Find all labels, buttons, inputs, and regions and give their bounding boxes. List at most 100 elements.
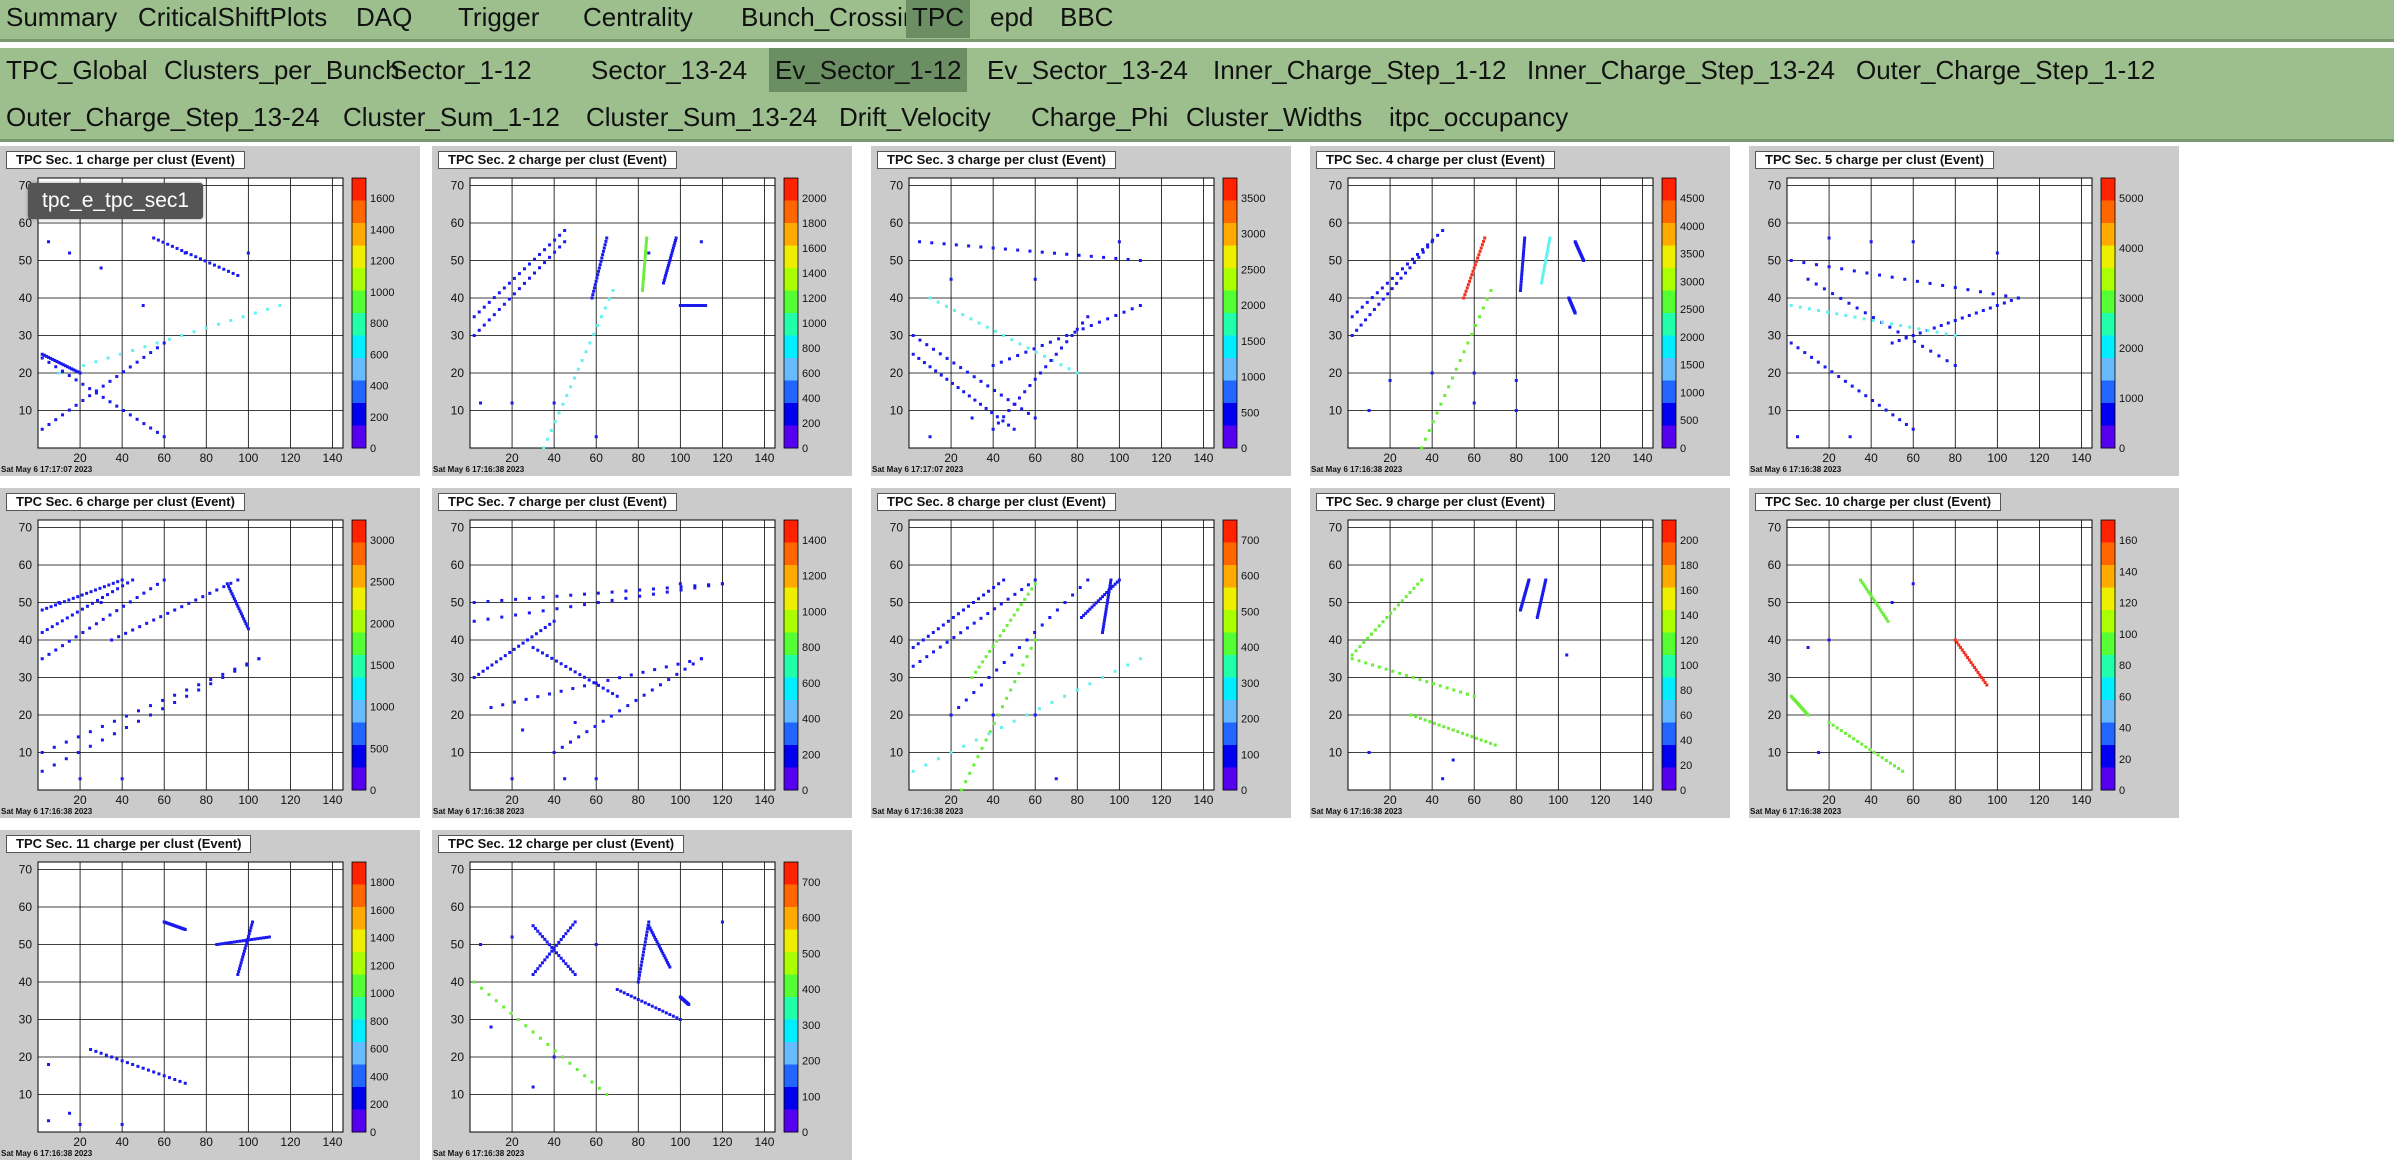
hit-marker [610, 590, 614, 594]
x-tick-label: 120 [1590, 451, 1610, 465]
sector-6-plot-panel[interactable]: 20 40 60 80 100 120 140 10 20 30 40 50 60 70 0 500 1000 1… [0, 488, 420, 818]
hit-marker [986, 612, 990, 616]
hit-marker [238, 939, 242, 943]
hit-marker [559, 938, 563, 941]
hit-marker [540, 961, 544, 965]
menu-tab-centrality[interactable]: Centrality [577, 0, 699, 38]
sub-tab-charge-phi[interactable]: Charge_Phi [1025, 95, 1174, 139]
hit-marker [583, 603, 587, 607]
hit-marker [1049, 359, 1053, 362]
sector-12-plot-panel[interactable]: 20 40 60 80 100 120 140 10 20 30 40 50 60 70 0 100 200 30… [432, 830, 852, 1160]
hit-marker [472, 601, 476, 604]
sector-4-plot-panel[interactable]: 20 40 60 80 100 120 140 10 20 30 40 50 60 70 0 500 1000 1… [1310, 146, 1730, 476]
colorbar-segment [352, 1019, 366, 1043]
sub-tab-cluster-sum-1-12[interactable]: Cluster_Sum_1-12 [337, 95, 566, 139]
hit-marker [108, 613, 112, 617]
sub-tab-cluster-sum-13-24[interactable]: Cluster_Sum_13-24 [580, 95, 823, 139]
z-tick-label: 2000 [1680, 332, 1704, 344]
y-tick-label: 10 [1768, 404, 1782, 418]
hit-marker [1901, 769, 1905, 773]
menu-tab-bbc[interactable]: BBC [1054, 0, 1119, 38]
hit-marker [557, 954, 561, 958]
menu-tab-daq[interactable]: DAQ [350, 0, 418, 38]
y-tick-label: 20 [451, 1050, 465, 1064]
sub-tab-outer-charge-step-1-12[interactable]: Outer_Charge_Step_1-12 [1850, 48, 2161, 92]
hit-marker [557, 411, 561, 415]
y-tick-label: 40 [890, 291, 904, 305]
hit-marker [40, 657, 44, 661]
hit-marker [597, 1086, 601, 1090]
hit-marker [1939, 324, 1943, 327]
sector-10-plot-panel[interactable]: 20 40 60 80 100 120 140 10 20 30 40 50 60 70 0 20 40 60 80… [1749, 488, 2179, 818]
colorbar-segment [352, 1042, 366, 1065]
sub-tab-inner-charge-step-13-24[interactable]: Inner_Charge_Step_13-24 [1521, 48, 1841, 92]
hit-marker [1463, 293, 1467, 297]
hit-marker [116, 580, 120, 584]
hit-marker [76, 735, 80, 739]
sub-tab-drift-velocity[interactable]: Drift_Velocity [833, 95, 997, 139]
sub-tab-cluster-widths[interactable]: Cluster_Widths [1180, 95, 1368, 139]
menu-tab-epd[interactable]: epd [984, 0, 1039, 38]
y-tick-label: 50 [1329, 596, 1343, 610]
menu-tab-trigger[interactable]: Trigger [452, 0, 545, 38]
hit-marker [1020, 407, 1024, 411]
sub-tab-sector-1-12[interactable]: Sector_1-12 [384, 48, 538, 92]
hit-marker [1476, 256, 1480, 260]
plot-title: TPC Sec. 4 charge per clust (Event) [1316, 151, 1555, 169]
colorbar-segment [352, 862, 366, 885]
sub-tab-inner-charge-step-1-12[interactable]: Inner_Charge_Step_1-12 [1207, 48, 1512, 92]
colorbar-segment [1662, 425, 1676, 449]
hit-marker [1048, 616, 1052, 619]
menu-tab-tpc[interactable]: TPC [906, 0, 970, 38]
colorbar-segment [784, 178, 798, 201]
y-tick-label: 10 [890, 404, 904, 418]
hit-marker [1856, 739, 1860, 743]
hit-marker [1055, 608, 1059, 612]
sub-tab-ev-sector-1-12[interactable]: Ev_Sector_1-12 [769, 48, 968, 92]
hit-marker [1366, 636, 1370, 640]
hit-marker [573, 670, 577, 674]
y-tick-label: 10 [451, 746, 465, 760]
hit-marker [643, 256, 647, 260]
sector-9-plot-panel[interactable]: 20 40 60 80 100 120 140 10 20 30 40 50 60 70 0 20 40 60 80… [1310, 488, 1730, 818]
sub-tab-ev-sector-13-24[interactable]: Ev_Sector_13-24 [981, 48, 1194, 92]
hit-marker [64, 757, 68, 761]
hit-marker [1518, 289, 1522, 292]
z-tick-label: 700 [802, 877, 820, 889]
sector-5-plot-panel[interactable]: 20 40 60 80 100 120 140 10 20 30 40 50 60 70 0 1000 2000… [1749, 146, 2179, 476]
sector-11-plot-panel[interactable]: 20 40 60 80 100 120 140 10 20 30 40 50 60 70 0 200 400 60… [0, 830, 420, 1160]
sector-3-plot-panel[interactable]: 20 40 60 80 100 120 140 10 20 30 40 50 60 70 0 500 1000 1… [871, 146, 1291, 476]
sub-tab-tpc-global[interactable]: TPC_Global [0, 48, 154, 92]
sub-tab-clusters-per-bunch[interactable]: Clusters_per_Bunch [158, 48, 406, 92]
sub-tab-outer-charge-step-13-24[interactable]: Outer_Charge_Step_13-24 [0, 95, 326, 139]
hit-marker [112, 719, 116, 723]
menu-tab-summary[interactable]: Summary [0, 0, 123, 38]
sector-8-plot: 20 40 60 80 100 120 14010203040506070010020030… [890, 519, 1259, 807]
hit-marker [100, 738, 104, 742]
hit-marker [492, 296, 496, 300]
hit-marker [1816, 360, 1820, 364]
hit-marker [653, 668, 657, 672]
x-tick-label: 140 [1632, 793, 1652, 807]
hit-marker [972, 691, 976, 694]
hit-marker [558, 233, 562, 237]
sector-2-plot-panel[interactable]: 20 40 60 80 100 120 140 10 20 30 40 50 60 70 0 200 400 60… [432, 146, 852, 476]
sub-tab-itpc-occupancy[interactable]: itpc_occupancy [1383, 95, 1574, 139]
hit-marker [573, 920, 577, 924]
sub-tab-sector-13-24[interactable]: Sector_13-24 [585, 48, 753, 92]
plot-title: TPC Sec. 9 charge per clust (Event) [1316, 493, 1555, 511]
sector-7-plot-panel[interactable]: 20 40 60 80 100 120 140 10 20 30 40 50 60 70 0 200 400 60… [432, 488, 852, 818]
hit-marker [991, 246, 995, 250]
z-tick-label: 1200 [370, 960, 394, 972]
hit-marker [1445, 686, 1449, 690]
hit-marker [979, 379, 983, 383]
hit-marker [1408, 266, 1412, 270]
hit-marker [208, 261, 212, 265]
z-tick-label: 3500 [1241, 193, 1265, 205]
sector-8-plot-panel[interactable]: 20 40 60 80 100 120 140 10 20 30 40 50 60 70 0 100 200 30… [871, 488, 1291, 818]
sector-9-plot: 20 40 60 80 100 120 14010203040506070020406080… [1329, 519, 1698, 807]
hit-marker [1826, 310, 1830, 314]
x-tick-label: 20 [505, 793, 519, 807]
menu-tab-criticalshiftplots[interactable]: CriticalShiftPlots [132, 0, 333, 38]
hit-marker [1105, 604, 1109, 608]
